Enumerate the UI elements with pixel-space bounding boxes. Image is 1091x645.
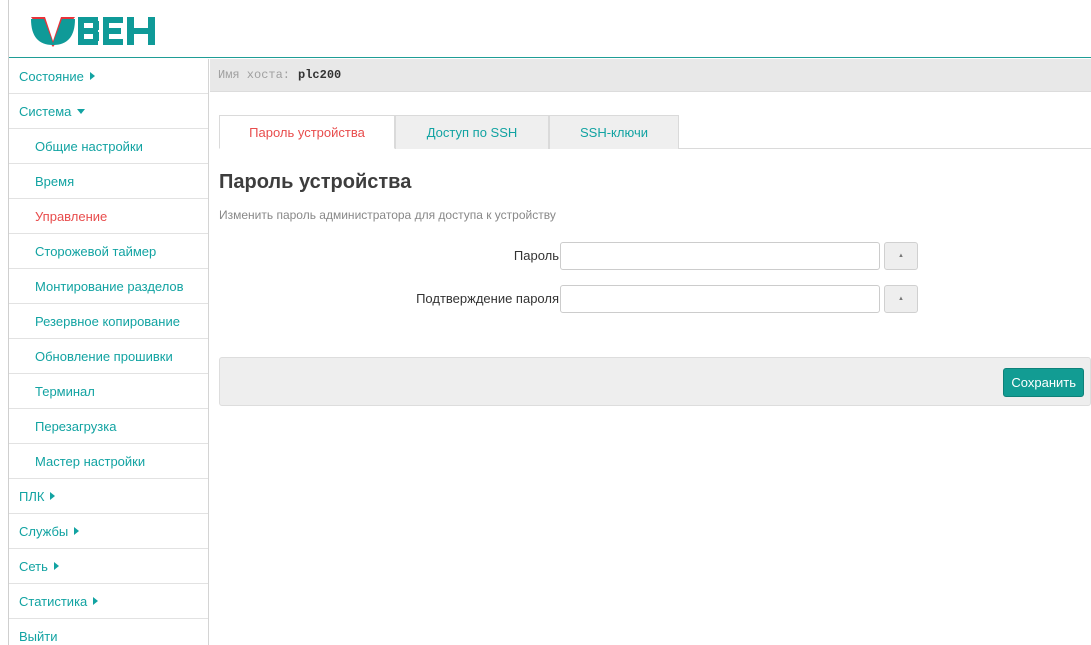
caret-right-icon (93, 597, 99, 605)
sidebar-item-time[interactable]: Время (9, 164, 208, 199)
hostname-bar: Имя хоста: plc200 (210, 59, 1091, 92)
sidebar-item-terminal[interactable]: Терминал (9, 374, 208, 409)
sidebar-item-status[interactable]: Состояние (9, 59, 208, 94)
sidebar-item-label: Время (35, 173, 75, 189)
sidebar-item-label: Монтирование разделов (35, 278, 184, 294)
sidebar-item-label: Статистика (19, 593, 88, 609)
save-button[interactable]: Сохранить (1003, 368, 1084, 397)
sidebar-item-label: Сеть (19, 558, 48, 574)
sidebar-item-system[interactable]: Система (9, 94, 208, 129)
sidebar-item-label: Службы (19, 523, 69, 539)
password-input[interactable] (560, 242, 880, 270)
sidebar-item-label: Резервное копирование (35, 313, 180, 329)
reveal-password-button[interactable]: ▲ (884, 242, 918, 270)
sidebar-item-statistics[interactable]: Статистика (9, 584, 208, 619)
hostname-value: plc200 (298, 68, 342, 82)
reveal-confirm-password-button[interactable]: ▲ (884, 285, 918, 313)
sidebar-item-reboot[interactable]: Перезагрузка (9, 409, 208, 444)
sidebar-item-setup-wizard[interactable]: Мастер настройки (9, 444, 208, 479)
sidebar-item-label: Общие настройки (35, 138, 143, 154)
sidebar-item-label: Система (19, 103, 72, 119)
reveal-icon: ▲ (898, 296, 904, 302)
hostname-label: Имя хоста: (218, 68, 291, 82)
sidebar-item-watchdog[interactable]: Сторожевой таймер (9, 234, 208, 269)
sidebar-item-general-settings[interactable]: Общие настройки (9, 129, 208, 164)
sidebar-item-backup[interactable]: Резервное копирование (9, 304, 208, 339)
caret-right-icon (74, 527, 80, 535)
caret-down-icon (77, 108, 86, 114)
sidebar-item-label: Мастер настройки (35, 453, 146, 469)
tab-bar: Пароль устройства Доступ по SSH SSH-ключ… (219, 115, 1091, 149)
form-actions-bar: Сохранить (219, 357, 1091, 406)
caret-right-icon (89, 72, 95, 80)
sidebar-item-label: Управление (35, 208, 108, 224)
tab-label: Пароль устройства (249, 124, 365, 140)
sidebar-item-network[interactable]: Сеть (9, 549, 208, 584)
confirm-password-label: Подтверждение пароля (416, 291, 559, 306)
caret-right-icon (50, 492, 56, 500)
sidebar-item-label: Обновление прошивки (35, 348, 173, 364)
sidebar-item-label: Сторожевой таймер (35, 243, 157, 259)
tab-device-password[interactable]: Пароль устройства (219, 115, 395, 149)
sidebar-item-label: Выйти (19, 628, 58, 644)
password-label: Пароль (513, 248, 559, 263)
tab-ssh-keys[interactable]: SSH-ключи (549, 115, 679, 149)
page-title: Пароль устройства (219, 171, 412, 193)
sidebar-item-mount-points[interactable]: Монтирование разделов (9, 269, 208, 304)
sidebar-item-services[interactable]: Службы (9, 514, 208, 549)
sidebar-nav: Состояние Система Общие настройки Время … (9, 59, 209, 645)
tab-label: SSH-ключи (580, 125, 648, 140)
sidebar-item-firmware-update[interactable]: Обновление прошивки (9, 339, 208, 374)
sidebar-item-label: ПЛК (19, 488, 45, 504)
confirm-password-input[interactable] (560, 285, 880, 313)
reveal-icon: ▲ (898, 253, 904, 259)
header (9, 0, 1091, 58)
brand-logo (31, 13, 161, 47)
sidebar-item-logout[interactable]: Выйти (9, 619, 208, 645)
password-row: Пароль ▲ (219, 242, 919, 270)
caret-right-icon (53, 562, 59, 570)
sidebar-item-administration[interactable]: Управление (9, 199, 208, 234)
sidebar-item-label: Перезагрузка (35, 418, 117, 434)
page-description: Изменить пароль администратора для досту… (219, 208, 556, 222)
confirm-password-row: Подтверждение пароля ▲ (219, 285, 919, 313)
tab-ssh-access[interactable]: Доступ по SSH (395, 115, 549, 149)
sidebar-item-label: Терминал (35, 383, 95, 399)
tab-label: Доступ по SSH (426, 125, 518, 140)
sidebar-item-label: Состояние (19, 68, 84, 84)
sidebar-item-plc[interactable]: ПЛК (9, 479, 208, 514)
